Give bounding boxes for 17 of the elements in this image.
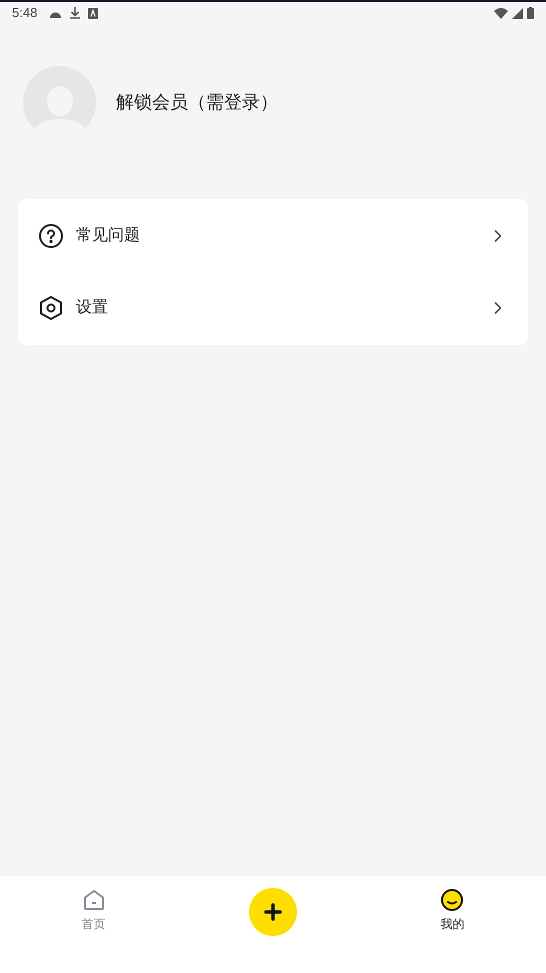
menu-item[interactable]: 常见问题	[18, 200, 528, 272]
house-icon	[82, 888, 106, 912]
battery-icon	[527, 7, 534, 19]
download-icon	[70, 7, 80, 19]
notification-icon	[88, 8, 98, 18]
nav-tab[interactable]: 我的	[420, 888, 484, 932]
smiley-icon	[440, 888, 464, 912]
nav-tab[interactable]: 首页	[62, 888, 126, 932]
add-button[interactable]	[248, 888, 297, 936]
settings-icon	[38, 295, 64, 321]
menu-item[interactable]: 设置	[18, 272, 528, 344]
wifi-icon	[494, 8, 508, 18]
login-prompt[interactable]: 解锁会员（需登录）	[116, 89, 278, 116]
signal-icon	[512, 8, 523, 18]
status-time: 5:48	[12, 4, 38, 22]
help-icon	[38, 223, 64, 249]
plus-icon	[262, 902, 283, 922]
